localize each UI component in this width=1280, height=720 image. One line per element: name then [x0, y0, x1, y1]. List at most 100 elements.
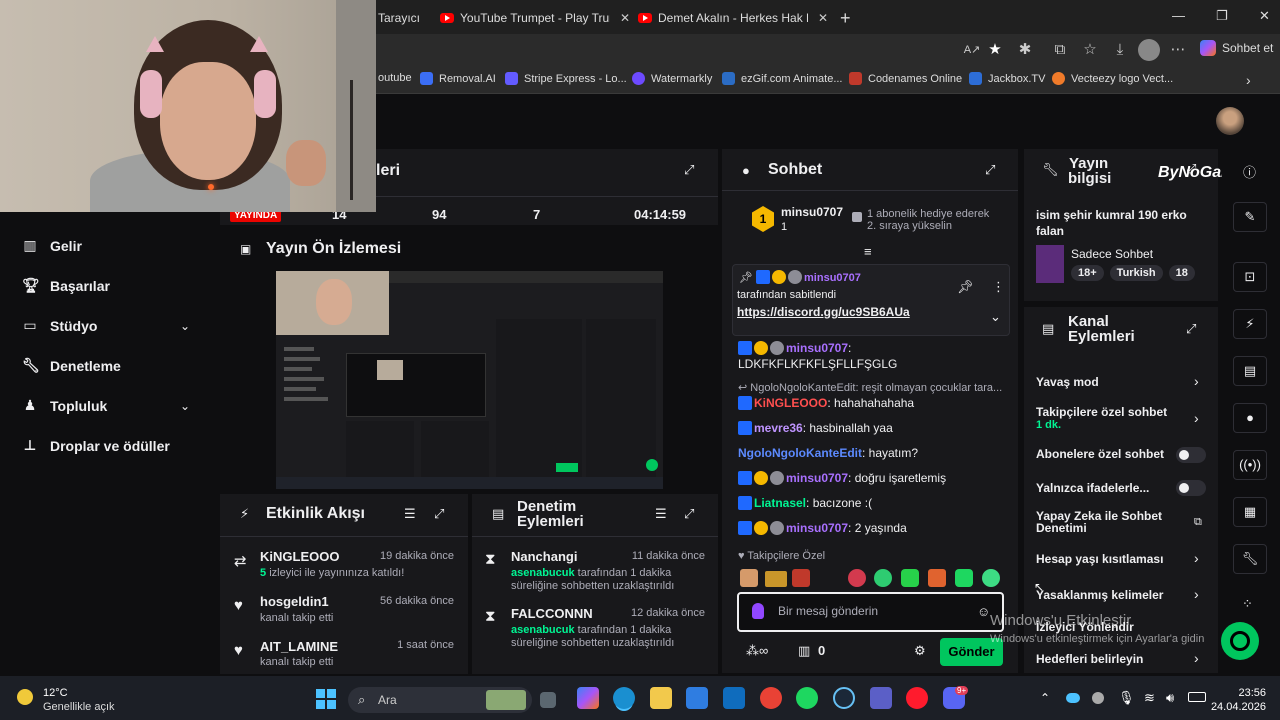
- emote-icon[interactable]: [928, 569, 946, 587]
- browser-tab[interactable]: Demet Akalın - Herkes Hak Ettiği G ✕: [638, 5, 830, 31]
- wifi-icon[interactable]: ≋: [1144, 690, 1155, 706]
- tag[interactable]: 18: [1168, 265, 1195, 281]
- store-icon[interactable]: [686, 687, 708, 709]
- popout-icon[interactable]: ⤢: [684, 162, 694, 178]
- emoji-icon[interactable]: ☺: [977, 604, 990, 619]
- maximize-icon[interactable]: ❐: [1216, 8, 1228, 24]
- favorite-star-icon[interactable]: ★: [985, 40, 1005, 60]
- download-icon[interactable]: ⤓: [1110, 40, 1130, 60]
- pinned-link[interactable]: https://discord.gg/uc9SB6AUa: [737, 305, 910, 319]
- close-icon[interactable]: ✕: [818, 11, 828, 25]
- favorites-icon[interactable]: ☆: [1080, 40, 1100, 60]
- emote-icon[interactable]: [982, 569, 1000, 587]
- clock-time[interactable]: 23:56: [1226, 687, 1266, 699]
- close-window-icon[interactable]: ✕: [1259, 8, 1270, 24]
- read-aloud-icon[interactable]: A↗: [962, 40, 982, 60]
- emote-icon[interactable]: [955, 569, 973, 587]
- emote-icon[interactable]: [740, 569, 758, 587]
- browser-tab[interactable]: YouTube Trumpet - Play Trumpet v ✕: [440, 5, 630, 31]
- bookmark[interactable]: Jackbox.TV: [969, 72, 1045, 85]
- chevron-right-icon[interactable]: ›: [1194, 550, 1199, 566]
- popout-icon[interactable]: ⤢: [434, 506, 444, 522]
- emote-icon[interactable]: [792, 569, 810, 587]
- bookmark[interactable]: Codenames Online: [849, 72, 962, 85]
- steam-icon[interactable]: [833, 687, 855, 709]
- chat-input[interactable]: Bir mesaj gönderin: [778, 604, 878, 618]
- chevron-right-icon[interactable]: ›: [1194, 410, 1199, 426]
- tag[interactable]: 18+: [1071, 265, 1104, 281]
- sidebar-item-topluluk[interactable]: ♟ Topluluk: [22, 397, 108, 414]
- chat-message[interactable]: mevre36: hasbinallah yaa: [738, 421, 893, 435]
- lightning-icon[interactable]: ⚡︎: [1233, 309, 1267, 339]
- popout-icon[interactable]: ⤢: [1186, 321, 1196, 337]
- bookmark[interactable]: outube: [378, 72, 412, 84]
- emote-icon[interactable]: [848, 569, 866, 587]
- bookmark[interactable]: ezGif.com Animate...: [722, 72, 842, 85]
- bookmark[interactable]: Vecteezy logo Vect...: [1052, 72, 1173, 85]
- action-emote-only[interactable]: Yalnızca ifadelerle...: [1036, 481, 1149, 495]
- action-ai-moderation[interactable]: Yapay Zeka ile Sohbet Denetimi: [1036, 510, 1162, 534]
- emote-only-toggle[interactable]: [1176, 480, 1206, 496]
- copilot-button[interactable]: Sohbet et: [1200, 40, 1273, 56]
- mail-icon[interactable]: [723, 687, 745, 709]
- chevron-right-icon[interactable]: ›: [1194, 650, 1199, 666]
- popout-icon[interactable]: ⤢: [1186, 161, 1196, 177]
- feed-user[interactable]: AIT_LAMINE: [260, 639, 338, 654]
- tray-app-icon[interactable]: [1092, 692, 1104, 704]
- chevron-down-icon[interactable]: ⌄: [180, 399, 190, 413]
- support-chat-icon[interactable]: [1221, 622, 1259, 660]
- apps-icon[interactable]: ⁘: [1242, 596, 1253, 612]
- clock-date[interactable]: 24.04.2026: [1206, 701, 1266, 713]
- task-view-icon[interactable]: [540, 692, 556, 708]
- bookmark[interactable]: Removal.AI: [420, 72, 496, 85]
- feed-user[interactable]: KiNGLEOOO: [260, 549, 339, 564]
- windows-start-icon[interactable]: [316, 689, 336, 709]
- chevron-down-icon[interactable]: ⌄: [180, 319, 190, 333]
- microphone-icon[interactable]: 🎙︎: [1118, 690, 1135, 706]
- emote-icon[interactable]: [765, 571, 787, 587]
- more-icon[interactable]: ⋮: [992, 279, 1005, 295]
- bookmarks-overflow-icon[interactable]: ›: [1246, 72, 1251, 88]
- profile-icon[interactable]: [1138, 39, 1160, 61]
- collapse-icon[interactable]: ≡: [864, 244, 872, 259]
- clip-icon[interactable]: ⊡: [1233, 262, 1267, 292]
- copilot-taskbar-icon[interactable]: [577, 687, 599, 709]
- stream-preview-video[interactable]: [276, 271, 663, 489]
- chat-message[interactable]: Liatnasel: bacızone :(: [738, 496, 872, 510]
- volume-icon[interactable]: 🔊︎: [1166, 690, 1174, 706]
- wrench-icon[interactable]: 🔧︎: [1233, 544, 1267, 574]
- bookmark[interactable]: Stripe Express - Lo...: [505, 72, 627, 85]
- filter-icon[interactable]: ☰: [404, 506, 416, 522]
- category-name[interactable]: Sadece Sohbet: [1071, 247, 1153, 261]
- chat-reply-reference[interactable]: ↩ NgoloNgoloKanteEdit: reşit olmayan çoc…: [738, 381, 1002, 394]
- sidebar-item-gelir[interactable]: ▥ Gelir: [22, 237, 82, 254]
- channel-points-icon[interactable]: ▥: [798, 643, 810, 659]
- edit-icon[interactable]: ✎: [1233, 202, 1267, 232]
- feed-user[interactable]: hosgeldin1: [260, 594, 329, 609]
- action-slow-mode[interactable]: Yavaş mod: [1036, 375, 1099, 389]
- mod-target-user[interactable]: Nanchangi: [511, 549, 577, 564]
- pin-icon[interactable]: 📌︎: [957, 279, 974, 295]
- onedrive-icon[interactable]: [1066, 693, 1080, 703]
- chat-message[interactable]: minsu0707: 2 yaşında: [738, 521, 907, 535]
- action-subscribers-only[interactable]: Abonelere özel sohbet: [1036, 447, 1164, 461]
- file-explorer-icon[interactable]: [650, 687, 672, 709]
- bits-icon[interactable]: ⁂∞: [746, 643, 768, 659]
- edge-icon[interactable]: [613, 687, 635, 709]
- mod-target-user[interactable]: FALCCONNN: [511, 606, 593, 621]
- settings-icon[interactable]: ⚙: [914, 643, 926, 659]
- weather-temperature[interactable]: 12°C: [43, 687, 68, 699]
- subscribers-only-toggle[interactable]: [1176, 447, 1206, 463]
- action-blocked-terms[interactable]: Yasaklanmış kelimeler: [1036, 588, 1163, 602]
- chevron-right-icon[interactable]: ›: [1194, 586, 1199, 602]
- minimize-icon[interactable]: —: [1172, 8, 1185, 23]
- battery-icon[interactable]: [1188, 692, 1206, 702]
- action-account-age[interactable]: Hesap yaşı kısıtlaması: [1036, 552, 1163, 566]
- sidebar-item-basarilar[interactable]: 🏆︎ Başarılar: [22, 277, 110, 294]
- info-icon[interactable]: ⓘ: [1243, 162, 1256, 181]
- chevron-right-icon[interactable]: ›: [1194, 373, 1199, 389]
- extensions-icon[interactable]: ✱: [1015, 40, 1035, 60]
- opera-icon[interactable]: [906, 687, 928, 709]
- chat-message[interactable]: minsu0707:: [738, 341, 851, 355]
- chevron-down-icon[interactable]: ⌄: [990, 309, 1001, 325]
